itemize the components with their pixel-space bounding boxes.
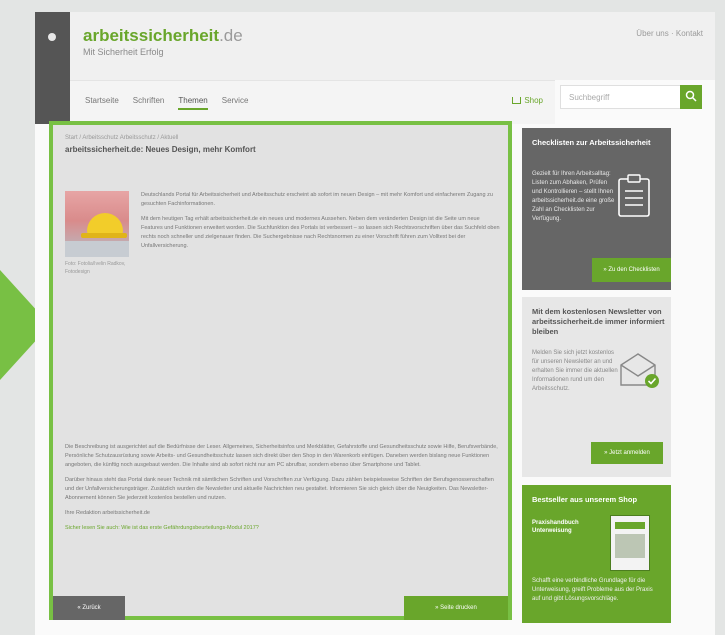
product-cover[interactable] xyxy=(610,515,650,571)
search-input[interactable] xyxy=(561,86,679,108)
menu-dot-icon[interactable] xyxy=(48,33,56,41)
shop-link[interactable]: Shop xyxy=(512,96,543,105)
article-image xyxy=(65,191,129,257)
main-navigation: Startseite Schriften Themen Service Shop xyxy=(70,80,555,124)
checklist-button[interactable]: » Zu den Checklisten xyxy=(592,258,671,282)
newsletter-text: Melden Sie sich jetzt kostenlos für unse… xyxy=(532,350,618,392)
back-button[interactable]: « Zurück xyxy=(53,596,125,620)
editor-signature: Ihre Redaktion arbeitssicherheit.de xyxy=(65,510,150,517)
site-header: arbeitssicherheit.de Mit Sicherheit Erfo… xyxy=(70,12,715,80)
checklist-text: Gezielt für Ihren Arbeitsalltag: Listen … xyxy=(532,171,615,222)
checklist-teaser: Checklisten zur Arbeitssicherheit Geziel… xyxy=(522,128,671,290)
article-intro: Deutschlands Portal für Arbeitssicherhei… xyxy=(141,191,501,257)
search-box xyxy=(560,85,702,109)
menu-strip[interactable] xyxy=(35,12,70,124)
print-button[interactable]: » Seite drucken xyxy=(404,596,508,620)
nav-item-schriften[interactable]: Schriften xyxy=(133,96,165,110)
cart-icon xyxy=(512,97,522,105)
bestseller-title: Bestseller aus unserem Shop xyxy=(532,495,638,504)
product-name[interactable]: Praxishandbuch Unterweisung xyxy=(532,519,598,536)
intro-paragraph: Deutschlands Portal für Arbeitssicherhei… xyxy=(141,192,493,208)
article-body: Die Beschreibung ist ausgerichtet auf di… xyxy=(65,443,503,540)
nav-item-service[interactable]: Service xyxy=(222,96,249,110)
article-content: Start / Arbeitsschutz Arbeitsschutz / Ak… xyxy=(49,121,512,620)
body-paragraph: Die Beschreibung ist ausgerichtet auf di… xyxy=(65,444,498,469)
newsletter-teaser: Mit dem kostenlosen Newsletter von arbei… xyxy=(522,297,671,477)
site-tagline: Mit Sicherheit Erfolg xyxy=(83,47,164,57)
clipboard-icon xyxy=(618,174,650,217)
product-description: Schafft eine verbindliche Grundlage für … xyxy=(532,578,653,602)
site-logo[interactable]: arbeitssicherheit.de xyxy=(83,26,243,46)
breadcrumb[interactable]: Start / Arbeitsschutz Arbeitsschutz / Ak… xyxy=(65,135,178,141)
body-paragraph: Darüber hinaus steht das Portal dank neu… xyxy=(65,477,494,502)
shop-bestseller: Bestseller aus unserem Shop Praxishandbu… xyxy=(522,485,671,623)
search-button[interactable] xyxy=(680,85,702,109)
related-article-link[interactable]: Sicher lesen Sie auch: Wie ist das erste… xyxy=(65,524,503,533)
checklist-title: Checklisten zur Arbeitssicherheit xyxy=(532,138,651,147)
nav-item-startseite[interactable]: Startseite xyxy=(85,96,119,110)
intro-paragraph: Mit dem heutigen Tag erhält arbeitssiche… xyxy=(141,216,500,250)
top-links[interactable]: Über uns · Kontakt xyxy=(636,29,703,38)
image-caption: Foto: Fotolia/Ivelin Radkov, Fotodesign xyxy=(65,261,126,275)
newsletter-signup-button[interactable]: » Jetzt anmelden xyxy=(591,442,663,464)
newsletter-envelope-icon xyxy=(620,353,659,388)
nav-item-themen[interactable]: Themen xyxy=(178,96,208,110)
search-icon xyxy=(685,90,697,102)
newsletter-title: Mit dem kostenlosen Newsletter von arbei… xyxy=(532,307,665,337)
article-title: arbeitssicherheit.de: Neues Design, mehr… xyxy=(65,145,256,154)
